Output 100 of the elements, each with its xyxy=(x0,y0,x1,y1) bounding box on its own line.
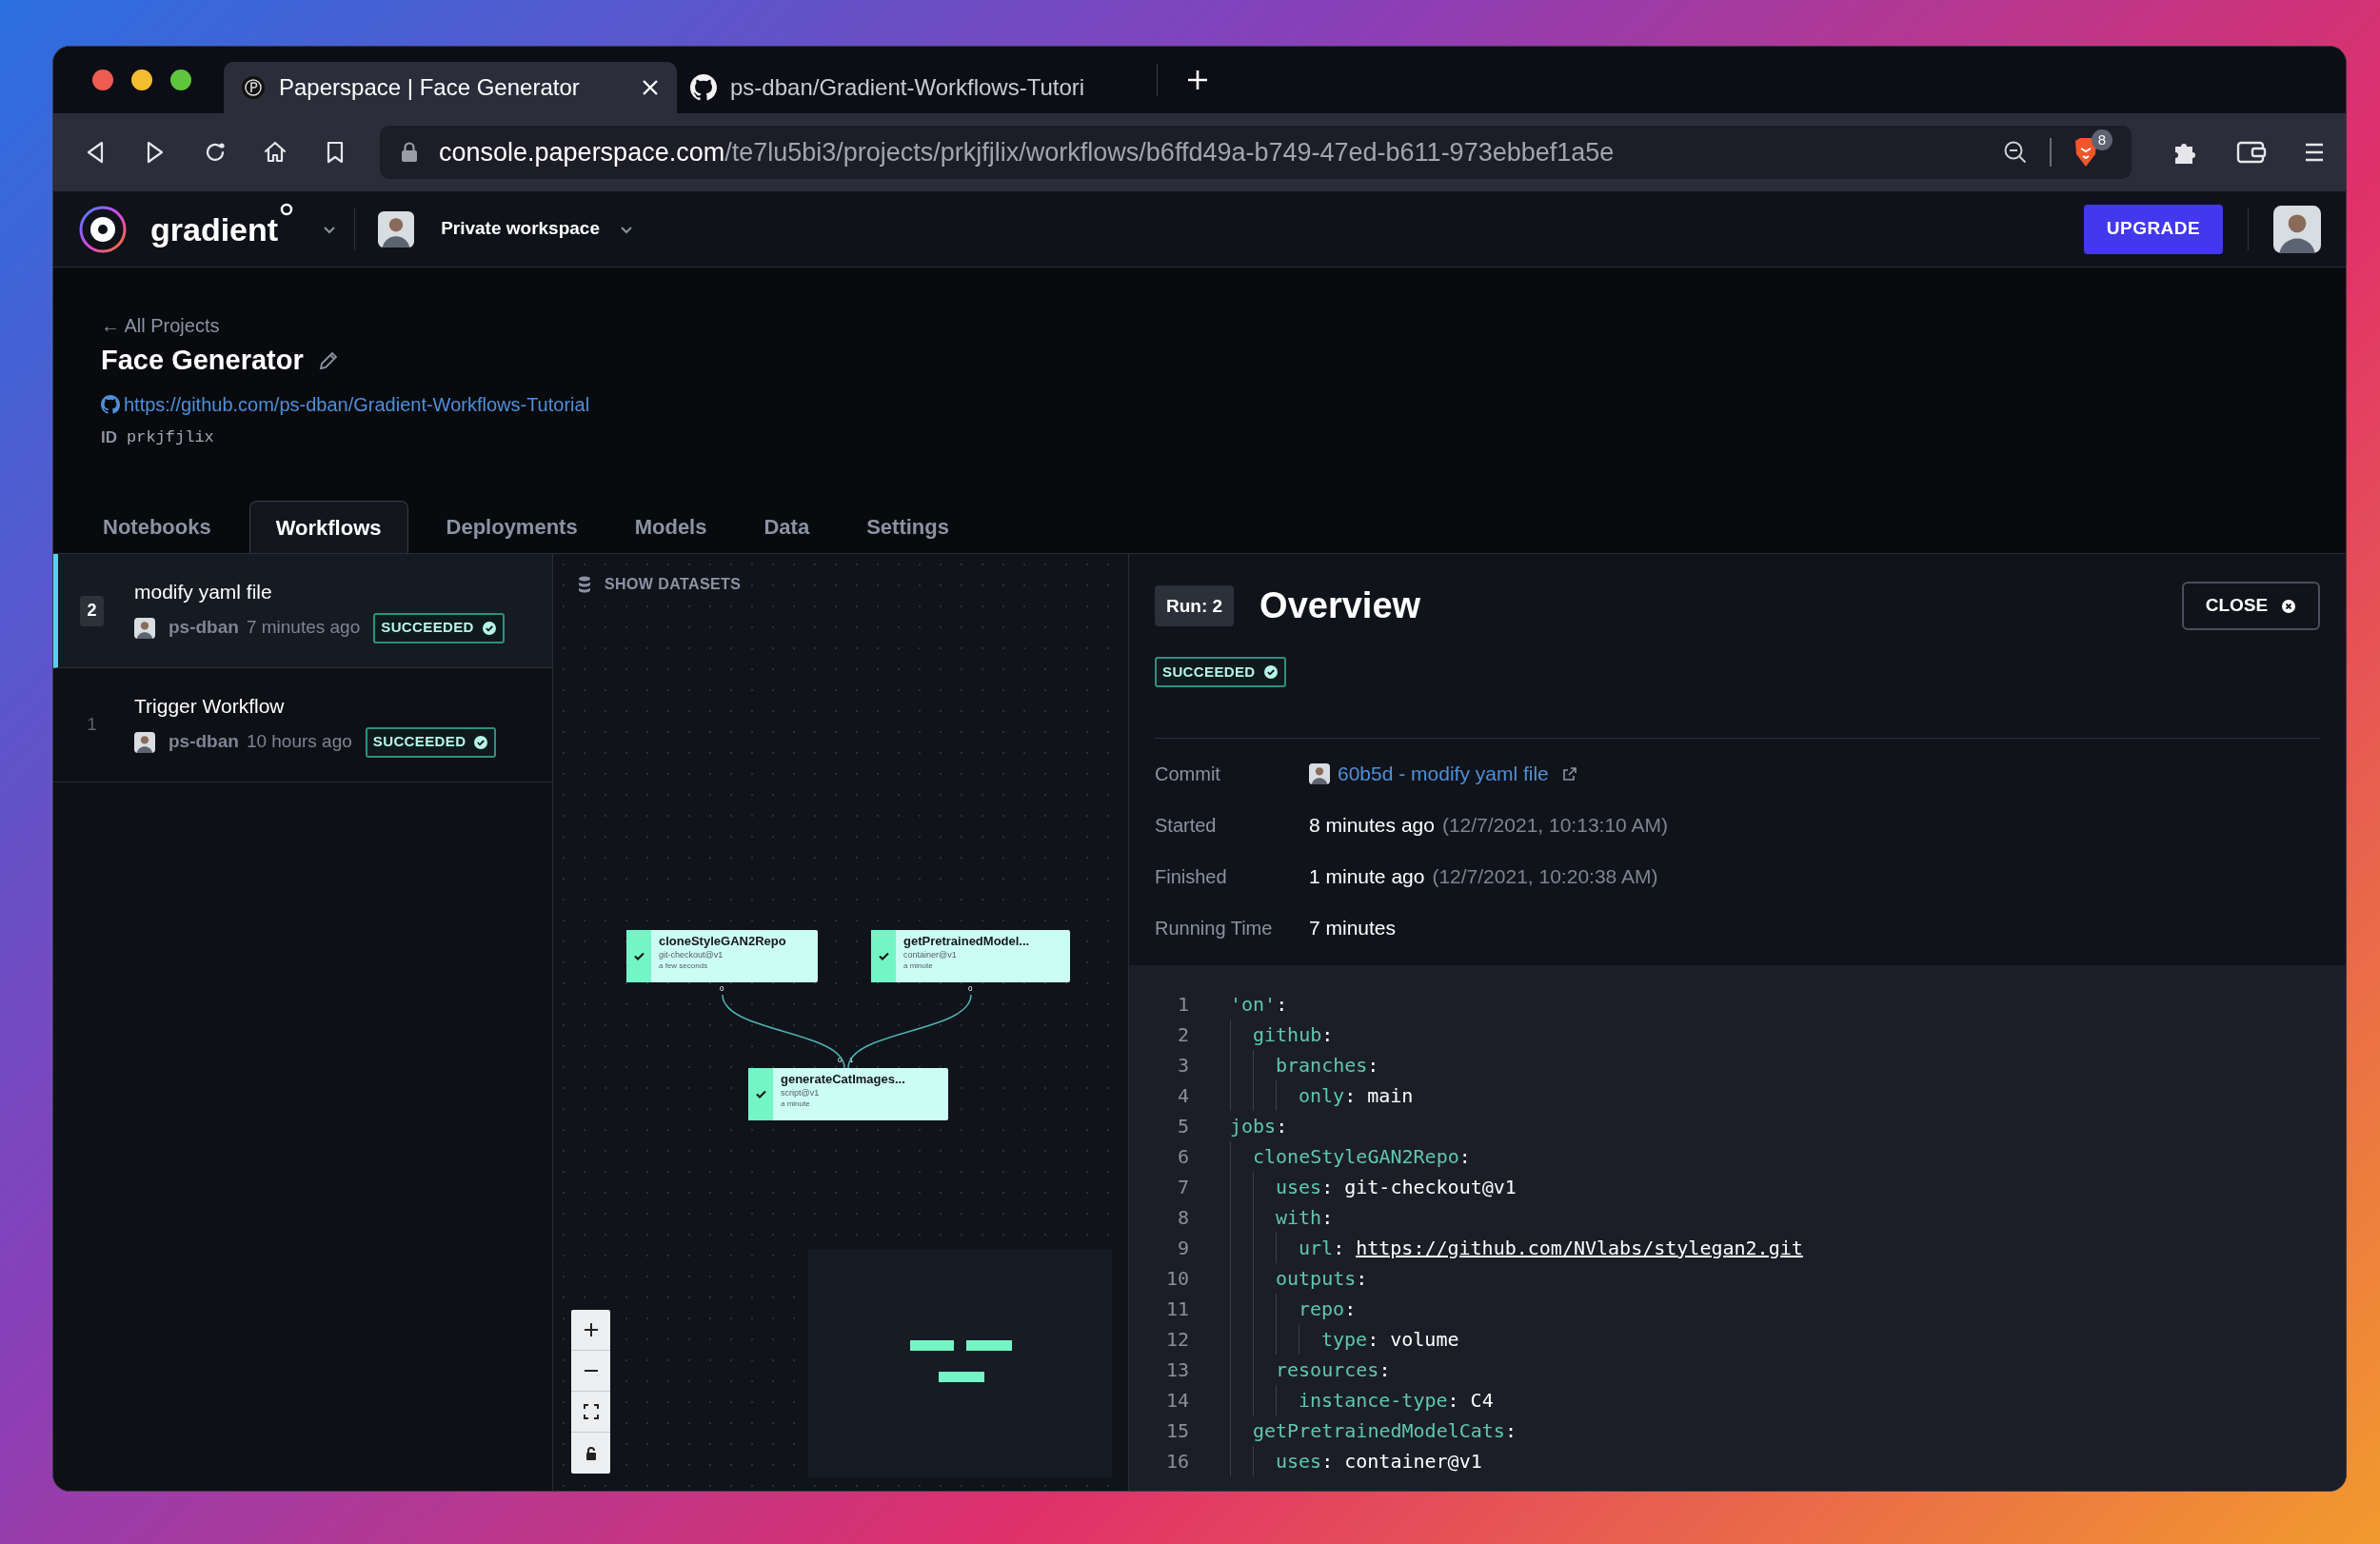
close-circle-icon xyxy=(2281,598,2297,614)
port-label: 0 xyxy=(968,984,973,994)
user-name: ps-dban xyxy=(169,616,239,640)
job-name: generateCatImages... xyxy=(781,1072,905,1087)
browser-tab[interactable]: ps-dban/Gradient-Workflows-Tutori xyxy=(677,62,1153,113)
code-line: type: volume xyxy=(1321,1327,1459,1353)
run-item[interactable]: 2 modify yaml file ps-dban 7 minutes ago SUCCEEDED xyxy=(53,554,552,668)
commit-link[interactable]: 60b5d - modify yaml file xyxy=(1338,759,1549,789)
show-datasets-toggle[interactable]: SHOW DATASETS xyxy=(605,573,742,596)
notification-badge: 8 xyxy=(2092,129,2112,150)
avatar xyxy=(134,617,155,639)
port-label: 0 xyxy=(838,1056,843,1065)
close-button[interactable]: CLOSE xyxy=(2182,582,2320,630)
project-id: prkjfjlix xyxy=(127,427,214,449)
github-icon xyxy=(101,395,120,414)
status-text: SUCCEEDED xyxy=(1162,662,1256,682)
line-number: 11 xyxy=(1164,1297,1189,1322)
close-icon[interactable] xyxy=(641,78,660,97)
job-duration: a minute xyxy=(903,960,934,971)
run-title: Trigger Workflow xyxy=(134,693,286,719)
detail-note: (12/7/2021, 10:20:38 AM) xyxy=(1432,864,1658,890)
plus-icon[interactable] xyxy=(1186,69,1209,91)
id-label: ID xyxy=(101,427,117,449)
code-line: with: xyxy=(1276,1205,1334,1231)
line-number: 3 xyxy=(1176,1053,1189,1079)
job-name: cloneStyleGAN2Repo xyxy=(659,934,786,949)
run-item[interactable]: 1 Trigger Workflow ps-dban 10 hours ago SUCCEEDED xyxy=(53,668,552,782)
line-number: 6 xyxy=(1176,1144,1189,1170)
plus-icon xyxy=(583,1322,599,1337)
line-number: 10 xyxy=(1164,1266,1189,1292)
line-number: 8 xyxy=(1176,1205,1189,1231)
run-badge: Run: 2 xyxy=(1155,585,1235,626)
detail-note: (12/7/2021, 10:13:10 AM) xyxy=(1441,813,1668,839)
job-node[interactable]: getPretrainedModel... container@v1 a minute xyxy=(871,930,1070,982)
user-name: ps-dban xyxy=(169,730,239,754)
minimize-window-icon[interactable] xyxy=(131,69,152,90)
logo-dot-icon xyxy=(280,202,294,216)
line-number: 7 xyxy=(1176,1175,1189,1200)
tab[interactable]: Deployments xyxy=(426,501,597,553)
fullscreen-icon xyxy=(583,1404,599,1419)
tab[interactable]: Data xyxy=(744,501,829,553)
detail-label: Running Time xyxy=(1155,917,1274,940)
browser-tab[interactable]: Paperspace | Face Generator xyxy=(224,62,677,113)
overview-title: Overview xyxy=(1259,584,1421,627)
avatar xyxy=(1309,763,1330,784)
code-line: 'on': xyxy=(1230,992,1288,1018)
close-window-icon[interactable] xyxy=(92,69,113,90)
database-icon[interactable] xyxy=(578,576,591,593)
paperspace-logo-icon xyxy=(241,75,266,100)
run-title: modify yaml file xyxy=(134,579,273,604)
job-duration: a few seconds xyxy=(659,960,709,971)
minus-icon xyxy=(583,1369,599,1373)
code-line: github: xyxy=(1253,1022,1334,1048)
code-line: branches: xyxy=(1276,1053,1379,1079)
line-number: 4 xyxy=(1176,1083,1189,1109)
wallet-icon[interactable] xyxy=(2236,139,2267,166)
tab[interactable]: Workflows xyxy=(248,501,408,553)
url-text: console.paperspace.com/te7lu5bi3/projects/prkjfjlix/workflows/b6ffd49a-b749-47ed-b611-973ebbef1a5e xyxy=(439,136,1615,168)
menu-icon[interactable] xyxy=(2303,141,2326,164)
run-time: 7 minutes ago xyxy=(246,616,361,640)
code-line: getPretrainedModelCats: xyxy=(1253,1418,1517,1444)
code-line: jobs: xyxy=(1230,1114,1288,1139)
logo-text: gradient xyxy=(150,209,279,248)
upgrade-button[interactable]: UPGRADE xyxy=(2084,204,2223,254)
run-number: 1 xyxy=(86,714,98,736)
detail-value: 7 minutes xyxy=(1309,916,1397,941)
external-link-icon[interactable] xyxy=(1561,766,1577,782)
code-line: url: https://github.com/NVlabs/stylegan2.git xyxy=(1299,1236,1803,1261)
job-action: container@v1 xyxy=(903,949,958,960)
line-number: 12 xyxy=(1164,1327,1189,1353)
job-duration: a minute xyxy=(781,1099,811,1109)
tab[interactable]: Settings xyxy=(847,501,968,553)
github-icon xyxy=(690,74,717,101)
tab[interactable]: Notebooks xyxy=(84,501,230,553)
address-bar[interactable]: console.paperspace.com/te7lu5bi3/projects/prkjfjlix/workflows/b6ffd49a-b749-47ed-b611-973ebbef1a5e 8 xyxy=(380,126,2132,179)
port-label: 0 xyxy=(720,984,724,994)
code-line: resources: xyxy=(1276,1357,1391,1383)
detail-label: Commit xyxy=(1155,762,1221,786)
repo-link[interactable]: https://github.com/ps-dban/Gradient-Workflows-Tutorial xyxy=(124,390,590,419)
code-link[interactable]: https://github.com/NVlabs/stylegan2.git xyxy=(1356,1237,1803,1259)
line-number: 16 xyxy=(1164,1449,1189,1475)
avatar xyxy=(378,210,415,247)
line-number: 2 xyxy=(1176,1022,1189,1048)
code-line: repo: xyxy=(1299,1297,1357,1322)
back-link[interactable]: ← All Projects xyxy=(101,312,220,339)
run-time: 10 hours ago xyxy=(246,730,352,754)
zoom-out-icon[interactable] xyxy=(2002,139,2029,166)
home-icon[interactable] xyxy=(263,140,288,165)
line-number: 15 xyxy=(1164,1418,1189,1444)
status-text: SUCCEEDED xyxy=(372,732,466,752)
job-node[interactable]: cloneStyleGAN2Repo git-checkout@v1 a few seconds xyxy=(626,930,818,982)
detail-label: Finished xyxy=(1155,865,1228,889)
project-title: Face Generator xyxy=(101,344,304,378)
code-line: uses: git-checkout@v1 xyxy=(1276,1175,1517,1200)
line-number: 14 xyxy=(1164,1388,1189,1414)
workspace-name[interactable]: Private workspace xyxy=(441,215,600,243)
check-circle-icon xyxy=(1262,664,1279,680)
maximize-window-icon[interactable] xyxy=(170,69,191,90)
tab[interactable]: Models xyxy=(615,501,726,553)
job-node[interactable]: generateCatImages... script@v1 a minute xyxy=(748,1068,948,1120)
